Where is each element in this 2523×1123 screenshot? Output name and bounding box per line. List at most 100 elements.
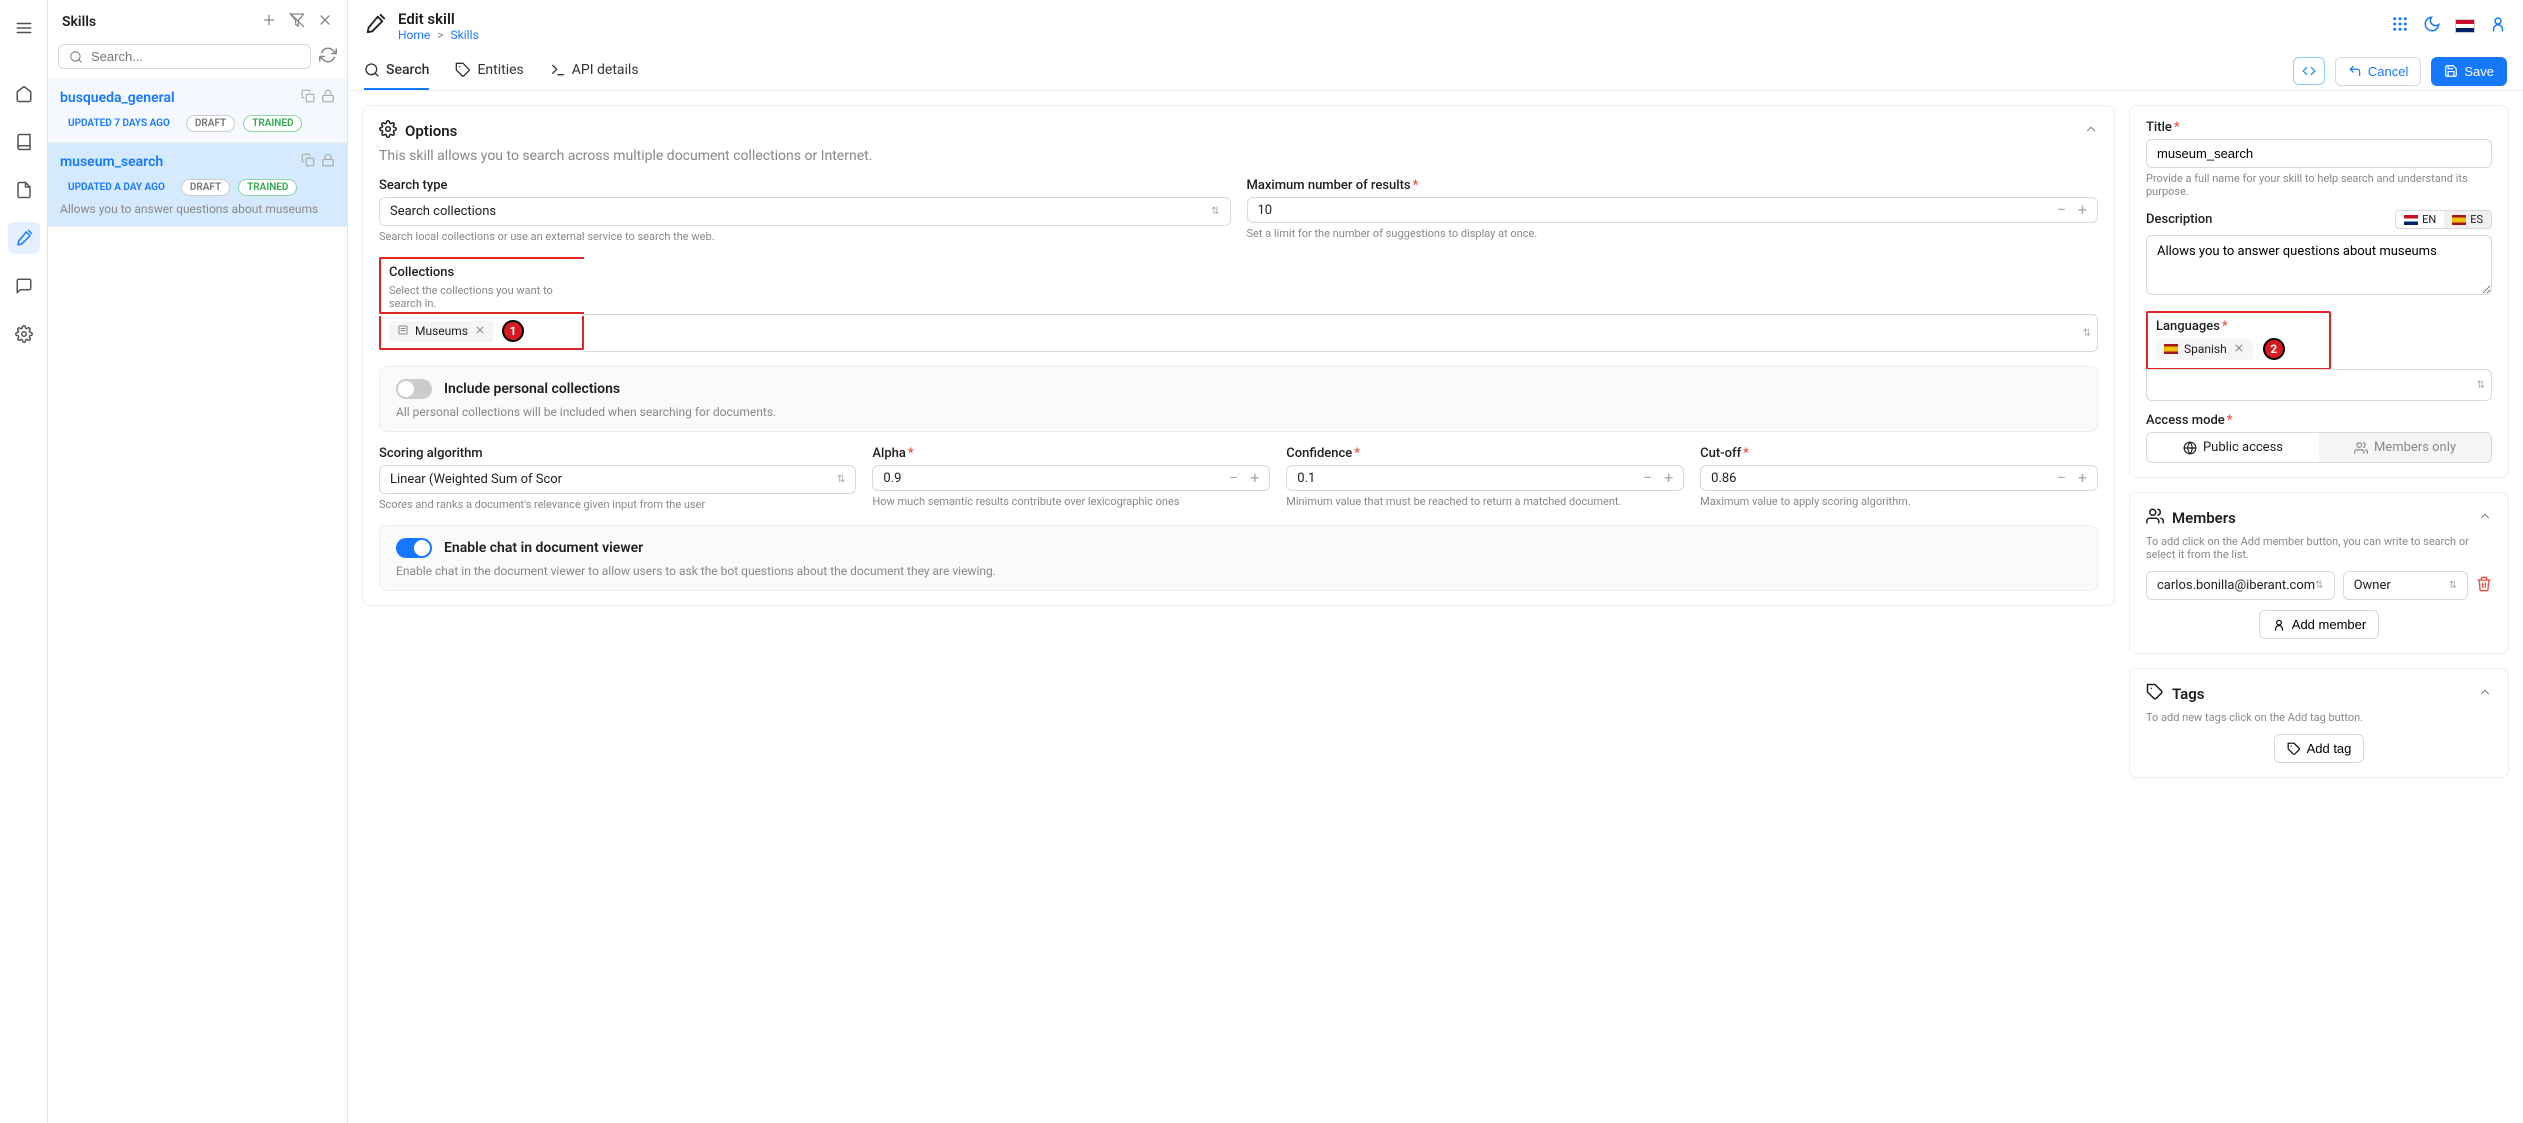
- edit-skill-icon: [364, 13, 386, 39]
- chevron-up-icon[interactable]: [2478, 509, 2492, 527]
- search-input[interactable]: [91, 49, 300, 64]
- members-hint: To add click on the Add member button, y…: [2146, 535, 2492, 561]
- document-icon[interactable]: [8, 174, 40, 206]
- remove-chip-icon[interactable]: [474, 324, 486, 339]
- copy-icon[interactable]: [301, 89, 315, 107]
- title-label: Title*: [2146, 120, 2492, 135]
- language-flag-icon[interactable]: [2455, 19, 2475, 33]
- search-type-select[interactable]: Search collections ⇅: [379, 197, 1231, 226]
- breadcrumb-home[interactable]: Home: [398, 28, 430, 42]
- home-icon[interactable]: [8, 78, 40, 110]
- personal-collections-toggle[interactable]: [396, 379, 432, 399]
- skill-name: busqueda_general: [60, 90, 175, 106]
- tab-api-details[interactable]: API details: [550, 52, 639, 90]
- member-role-select[interactable]: Owner ⇅: [2343, 571, 2468, 600]
- access-members-button[interactable]: Members only: [2319, 433, 2491, 462]
- breadcrumb-skills[interactable]: Skills: [451, 28, 479, 42]
- description-label: Description: [2146, 212, 2212, 227]
- access-public-button[interactable]: Public access: [2147, 433, 2319, 462]
- sidebar: Skills busqueda_general: [48, 0, 348, 1123]
- collections-label: Collections: [389, 265, 576, 280]
- chat-toggle-label: Enable chat in document viewer: [444, 540, 643, 556]
- cancel-button[interactable]: Cancel: [2335, 57, 2421, 86]
- max-results-input[interactable]: 10 − +: [1247, 197, 2099, 223]
- plus-icon[interactable]: +: [2072, 466, 2093, 490]
- minus-icon[interactable]: −: [2051, 466, 2072, 490]
- trained-badge: TRAINED: [243, 115, 302, 132]
- chat-icon[interactable]: [8, 270, 40, 302]
- filter-off-icon[interactable]: [289, 12, 305, 32]
- apps-grid-icon[interactable]: [2391, 15, 2409, 37]
- collections-input[interactable]: ⇅: [584, 314, 2098, 352]
- title-hint: Provide a full name for your skill to he…: [2146, 172, 2492, 198]
- access-mode-segment[interactable]: Public access Members only: [2146, 432, 2492, 463]
- settings-icon[interactable]: [8, 318, 40, 350]
- skills-icon[interactable]: [8, 222, 40, 254]
- alpha-hint: How much semantic results contribute ove…: [872, 495, 1270, 508]
- menu-icon[interactable]: [8, 12, 40, 44]
- tags-hint: To add new tags click on the Add tag but…: [2146, 711, 2492, 724]
- member-email-select[interactable]: carlos.bonilla@iberant.com ⇅: [2146, 571, 2335, 600]
- copy-icon[interactable]: [301, 153, 315, 171]
- add-skill-icon[interactable]: [261, 12, 277, 32]
- tab-entities[interactable]: Entities: [455, 52, 523, 90]
- members-panel: Members To add click on the Add member b…: [2129, 492, 2509, 654]
- lock-icon: [321, 89, 335, 107]
- add-tag-button[interactable]: Add tag: [2274, 734, 2365, 763]
- minus-icon[interactable]: −: [1637, 466, 1658, 490]
- skill-card-museum-search[interactable]: museum_search UPDATED A DAY AGO DRAFT TR…: [48, 143, 347, 227]
- options-title: Options: [405, 122, 457, 140]
- lang-en-tab[interactable]: EN: [2396, 211, 2444, 228]
- confidence-label: Confidence*: [1286, 446, 1684, 461]
- user-icon[interactable]: [2489, 15, 2507, 37]
- plus-icon[interactable]: +: [2072, 198, 2093, 222]
- skill-desc: Allows you to answer questions about mus…: [60, 202, 335, 216]
- description-textarea[interactable]: [2146, 235, 2492, 295]
- collections-hint: Select the collections you want to searc…: [389, 284, 576, 310]
- tab-search[interactable]: Search: [364, 52, 429, 90]
- theme-icon[interactable]: [2423, 15, 2441, 37]
- chevron-up-icon[interactable]: [2478, 685, 2492, 703]
- plus-icon[interactable]: +: [1658, 466, 1679, 490]
- book-icon[interactable]: [8, 126, 40, 158]
- minus-icon[interactable]: −: [2051, 198, 2072, 222]
- annotation-marker-2: 2: [2263, 338, 2285, 360]
- add-member-button[interactable]: Add member: [2259, 610, 2379, 639]
- lang-es-tab[interactable]: ES: [2444, 211, 2491, 228]
- tags-icon: [2146, 683, 2164, 705]
- trained-badge: TRAINED: [238, 179, 297, 196]
- cutoff-input[interactable]: 0.86 −+: [1700, 465, 2098, 491]
- chat-toggle[interactable]: [396, 538, 432, 558]
- search-input-wrap[interactable]: [58, 44, 311, 69]
- plus-icon[interactable]: +: [1244, 466, 1265, 490]
- minus-icon[interactable]: −: [1223, 466, 1244, 490]
- chevron-up-icon[interactable]: [2084, 122, 2098, 140]
- skill-card-busqueda-general[interactable]: busqueda_general UPDATED 7 DAYS AGO DRAF…: [48, 79, 347, 143]
- title-input[interactable]: [2146, 139, 2492, 168]
- delete-member-icon[interactable]: [2476, 576, 2492, 596]
- confidence-input[interactable]: 0.1 −+: [1286, 465, 1684, 491]
- languages-input[interactable]: ⇅: [2146, 369, 2492, 401]
- scoring-hint: Scores and ranks a document's relevance …: [379, 498, 856, 511]
- save-button[interactable]: Save: [2431, 57, 2507, 86]
- scoring-select[interactable]: Linear (Weighted Sum of Scor ⇅: [379, 465, 856, 494]
- updated-badge: UPDATED A DAY AGO: [60, 180, 173, 195]
- gear-icon: [379, 120, 397, 142]
- breadcrumbs: Home > Skills: [398, 28, 479, 42]
- lang-toggle[interactable]: EN ES: [2395, 210, 2492, 229]
- code-button[interactable]: [2293, 57, 2325, 85]
- access-mode-label: Access mode*: [2146, 413, 2492, 428]
- meta-panel: Title* Provide a full name for your skil…: [2129, 105, 2509, 478]
- remove-chip-icon[interactable]: [2233, 342, 2245, 357]
- updated-badge: UPDATED 7 DAYS AGO: [60, 116, 178, 131]
- alpha-input[interactable]: 0.9 −+: [872, 465, 1270, 491]
- alpha-label: Alpha*: [872, 446, 1270, 461]
- search-type-label: Search type: [379, 178, 1231, 193]
- options-desc: This skill allows you to search across m…: [379, 148, 2098, 164]
- page-title: Edit skill: [398, 10, 479, 28]
- search-type-hint: Search local collections or use an exter…: [379, 230, 1231, 243]
- skill-name: museum_search: [60, 154, 163, 170]
- members-title: Members: [2172, 509, 2236, 527]
- refresh-icon[interactable]: [319, 46, 337, 68]
- close-sidebar-icon[interactable]: [317, 12, 333, 32]
